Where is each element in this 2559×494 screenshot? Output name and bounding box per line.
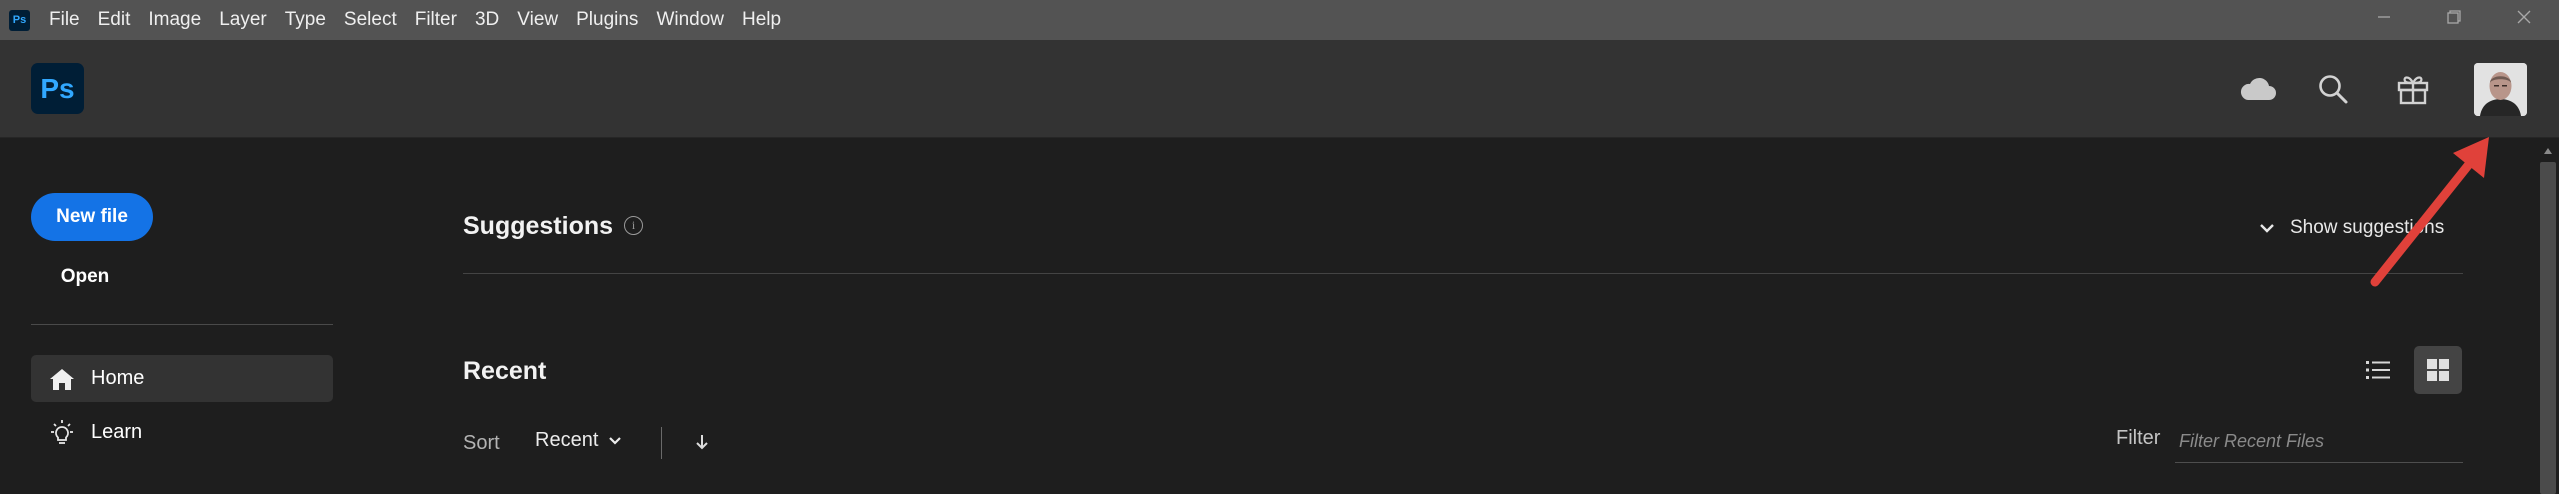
menu-file[interactable]: File [40, 9, 89, 31]
menu-type[interactable]: Type [276, 9, 335, 31]
grid-view-icon [2427, 359, 2449, 381]
recent-title: Recent [463, 357, 547, 385]
list-view-button[interactable] [2354, 346, 2402, 394]
menu-bar: File Edit Image Layer Type Select Filter… [40, 9, 790, 31]
menu-plugins[interactable]: Plugins [567, 9, 647, 31]
menu-select[interactable]: Select [335, 9, 406, 31]
search-button[interactable] [2312, 68, 2354, 110]
grid-view-button[interactable] [2414, 346, 2462, 394]
show-suggestions-toggle[interactable]: Show suggestions [2258, 213, 2444, 243]
menu-window[interactable]: Window [647, 9, 733, 31]
open-button[interactable]: Open [42, 262, 128, 292]
list-view-icon [2366, 361, 2390, 379]
sidebar-item-learn[interactable]: Learn [31, 409, 333, 456]
cloud-icon [2240, 77, 2276, 100]
menu-edit[interactable]: Edit [89, 9, 140, 31]
show-suggestions-label: Show suggestions [2290, 217, 2445, 238]
lightbulb-icon [47, 418, 77, 448]
minimize-button[interactable] [2349, 0, 2419, 34]
menu-image[interactable]: Image [139, 9, 210, 31]
scroll-up-button[interactable] [2540, 143, 2556, 159]
minimize-icon [2378, 16, 2390, 18]
close-window-button[interactable] [2489, 0, 2559, 34]
chevron-down-icon [2260, 224, 2274, 233]
app-header: Ps [0, 40, 2559, 138]
new-file-button[interactable]: New file [31, 193, 153, 241]
scrollbar-thumb[interactable] [2540, 162, 2556, 494]
cloud-button[interactable] [2237, 68, 2279, 110]
filter-recent-input[interactable] [2175, 421, 2463, 463]
sort-separator [661, 427, 662, 459]
menu-help[interactable]: Help [733, 9, 790, 31]
suggestions-title: Suggestions [463, 212, 614, 240]
photoshop-logo: Ps [31, 63, 84, 114]
menu-view[interactable]: View [508, 9, 567, 31]
sort-dropdown[interactable]: Recent [535, 429, 623, 452]
avatar-photo [2474, 63, 2527, 116]
sort-label: Sort [463, 432, 500, 454]
title-bar: Ps File Edit Image Layer Type Select Fil… [0, 0, 2559, 40]
gift-icon [2397, 76, 2429, 105]
sidebar-item-home[interactable]: Home [31, 355, 333, 402]
filter-label: Filter [2116, 427, 2161, 449]
user-avatar[interactable] [2474, 63, 2527, 116]
menu-layer[interactable]: Layer [210, 9, 276, 31]
menu-filter[interactable]: Filter [406, 9, 466, 31]
menu-3d[interactable]: 3D [466, 9, 508, 31]
gift-button[interactable] [2392, 68, 2434, 110]
info-icon[interactable]: i [624, 216, 643, 235]
chevron-down-icon [609, 436, 622, 445]
sort-direction-button[interactable] [690, 428, 714, 456]
arrow-down-icon [696, 435, 708, 450]
caret-up-icon [2544, 148, 2552, 154]
sort-value: Recent [535, 429, 599, 451]
sidebar-item-label: Learn [91, 421, 143, 443]
restore-icon [2447, 10, 2461, 24]
home-icon [47, 364, 77, 394]
window-controls [2349, 0, 2559, 34]
search-icon [2319, 75, 2348, 104]
close-icon [2517, 10, 2531, 24]
restore-button[interactable] [2419, 0, 2489, 34]
app-icon: Ps [9, 9, 30, 31]
suggestions-divider [463, 273, 2463, 274]
sidebar-divider [31, 324, 333, 325]
sidebar-item-label: Home [91, 367, 145, 389]
